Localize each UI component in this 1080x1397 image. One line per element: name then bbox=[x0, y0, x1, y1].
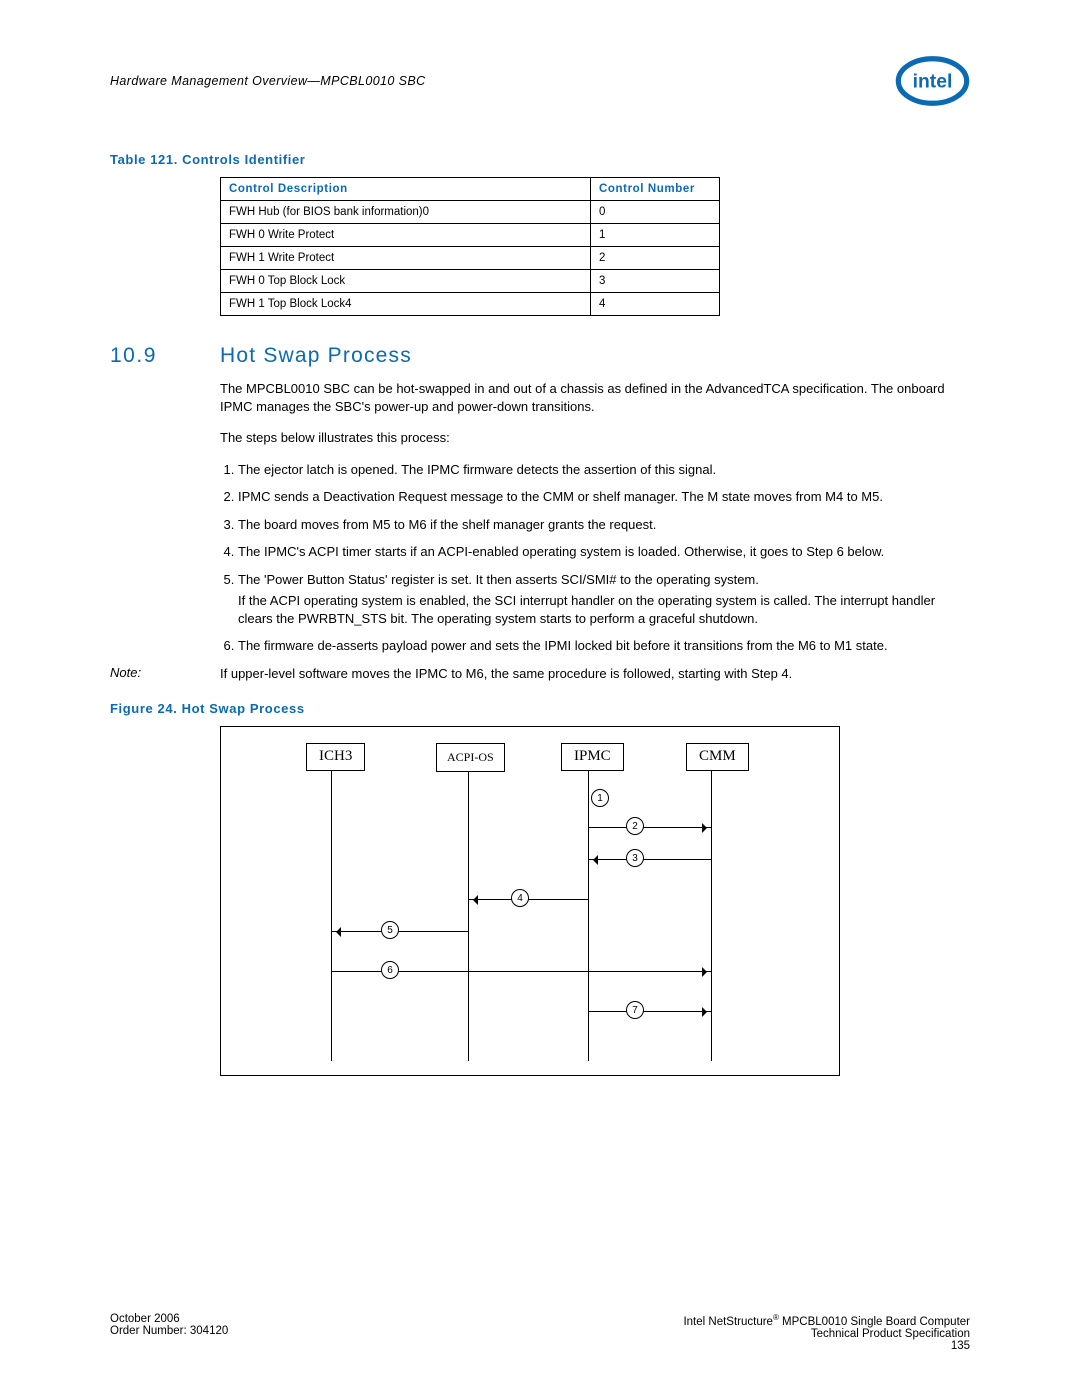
intro-paragraph: The MPCBL0010 SBC can be hot-swapped in … bbox=[220, 380, 970, 415]
table-header: Control Number bbox=[591, 178, 720, 201]
lifeline bbox=[331, 771, 332, 1061]
intel-logo-icon: intel bbox=[895, 55, 970, 107]
footer-order-number: Order Number: 304120 bbox=[110, 1325, 228, 1337]
arrow bbox=[332, 931, 468, 932]
page-header: Hardware Management Overview—MPCBL0010 S… bbox=[110, 55, 970, 107]
table-row: FWH 1 Write Protect2 bbox=[221, 247, 720, 270]
section-heading: 10.9 Hot Swap Process bbox=[110, 344, 970, 368]
page-footer: October 2006 Order Number: 304120 Intel … bbox=[110, 1313, 970, 1352]
entity-cmm: CMM bbox=[686, 743, 749, 771]
step: The ejector latch is opened. The IPMC fi… bbox=[238, 461, 970, 479]
entity-ipmc: IPMC bbox=[561, 743, 624, 771]
step: The board moves from M5 to M6 if the she… bbox=[238, 516, 970, 534]
table-header-row: Control Description Control Number bbox=[221, 178, 720, 201]
lead-paragraph: The steps below illustrates this process… bbox=[220, 429, 970, 447]
step-subtext: If the ACPI operating system is enabled,… bbox=[238, 592, 970, 627]
table-header: Control Description bbox=[221, 178, 591, 201]
footer-page-number: 135 bbox=[683, 1340, 970, 1352]
page-content: Table 121. Controls Identifier Control D… bbox=[110, 152, 970, 1076]
step-marker: 5 bbox=[381, 921, 399, 939]
table-caption: Table 121. Controls Identifier bbox=[110, 152, 970, 167]
step-marker: 3 bbox=[626, 849, 644, 867]
figure-caption: Figure 24. Hot Swap Process bbox=[110, 701, 970, 716]
lifeline bbox=[588, 771, 589, 1061]
table-row: FWH Hub (for BIOS bank information)00 bbox=[221, 201, 720, 224]
footer-left: October 2006 Order Number: 304120 bbox=[110, 1313, 228, 1352]
footer-product: Intel NetStructure® MPCBL0010 Single Boa… bbox=[683, 1313, 970, 1328]
arrow bbox=[589, 859, 711, 860]
step-text: The 'Power Button Status' register is se… bbox=[238, 572, 759, 587]
step: The firmware de-asserts payload power an… bbox=[238, 637, 970, 655]
table-row: FWH 1 Top Block Lock44 bbox=[221, 293, 720, 316]
step-marker: 2 bbox=[626, 817, 644, 835]
note-block: Note: If upper-level software moves the … bbox=[110, 665, 970, 683]
note-label: Note: bbox=[110, 665, 220, 683]
arrow bbox=[589, 1011, 711, 1012]
lifeline bbox=[711, 771, 712, 1061]
lifeline bbox=[468, 771, 469, 1061]
entity-ich3: ICH3 bbox=[306, 743, 365, 771]
note-text: If upper-level software moves the IPMC t… bbox=[220, 665, 970, 683]
hot-swap-process-diagram: ICH3 ACPI-OS IPMC CMM 1 2 3 4 5 6 7 bbox=[220, 726, 840, 1076]
controls-identifier-table: Control Description Control Number FWH H… bbox=[220, 177, 720, 316]
step-marker: 6 bbox=[381, 961, 399, 979]
step-marker: 7 bbox=[626, 1001, 644, 1019]
step: The 'Power Button Status' register is se… bbox=[238, 571, 970, 628]
footer-right: Intel NetStructure® MPCBL0010 Single Boa… bbox=[683, 1313, 970, 1352]
running-head: Hardware Management Overview—MPCBL0010 S… bbox=[110, 74, 426, 88]
svg-text:intel: intel bbox=[913, 72, 953, 93]
table-row: FWH 0 Write Protect1 bbox=[221, 224, 720, 247]
step: IPMC sends a Deactivation Request messag… bbox=[238, 488, 970, 506]
footer-date: October 2006 bbox=[110, 1313, 228, 1325]
step: The IPMC's ACPI timer starts if an ACPI-… bbox=[238, 543, 970, 561]
section-title: Hot Swap Process bbox=[220, 344, 412, 368]
section-number: 10.9 bbox=[110, 344, 220, 368]
table-row: FWH 0 Top Block Lock3 bbox=[221, 270, 720, 293]
step-marker: 4 bbox=[511, 889, 529, 907]
step-marker: 1 bbox=[591, 789, 609, 807]
arrow bbox=[589, 827, 711, 828]
section-body: The MPCBL0010 SBC can be hot-swapped in … bbox=[220, 380, 970, 655]
footer-doctype: Technical Product Specification bbox=[683, 1328, 970, 1340]
steps-list: The ejector latch is opened. The IPMC fi… bbox=[238, 461, 970, 655]
entity-acpi-os: ACPI-OS bbox=[436, 743, 505, 772]
